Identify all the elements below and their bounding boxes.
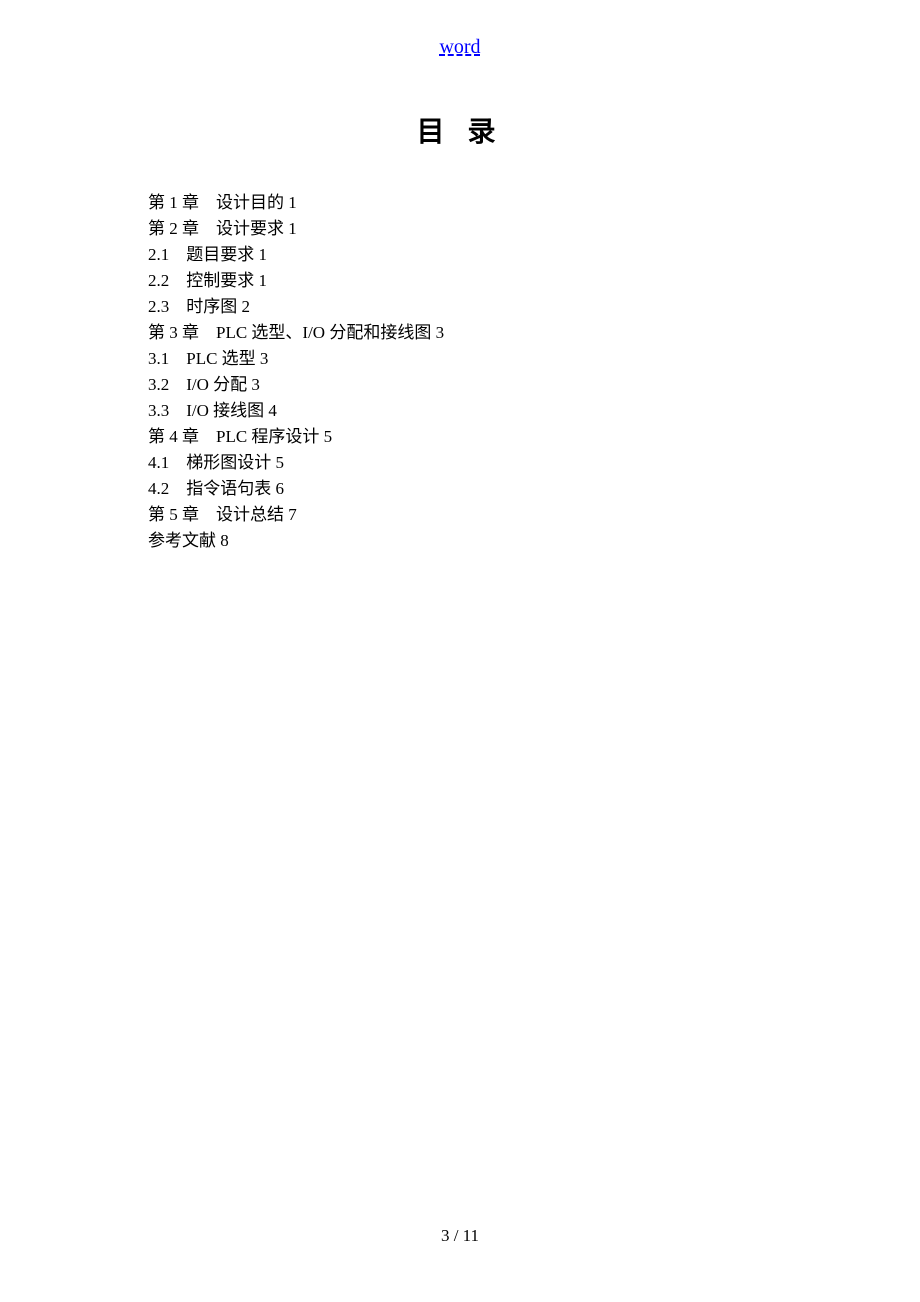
toc-entry: 3.3 I/O 接线图 4 [148, 398, 768, 424]
page-number: 3 / 11 [0, 1226, 920, 1246]
toc-entry: 第 2 章 设计要求 1 [148, 216, 768, 242]
page-title: 目 录 [0, 110, 920, 150]
toc-entry: 第 3 章 PLC 选型、I/O 分配和接线图 3 [148, 320, 768, 346]
toc-entry: 第 5 章 设计总结 7 [148, 502, 768, 528]
toc-entry: 第 1 章 设计目的 1 [148, 190, 768, 216]
word-link[interactable]: word [439, 36, 480, 58]
toc-entry: 2.3 时序图 2 [148, 294, 768, 320]
toc-entry: 4.1 梯形图设计 5 [148, 450, 768, 476]
toc-entry: 2.1 题目要求 1 [148, 242, 768, 268]
toc-entry: 3.2 I/O 分配 3 [148, 372, 768, 398]
header-link-container: word [0, 36, 920, 59]
toc-entry: 3.1 PLC 选型 3 [148, 346, 768, 372]
toc-entry: 2.2 控制要求 1 [148, 268, 768, 294]
toc-container: 第 1 章 设计目的 1 第 2 章 设计要求 1 2.1 题目要求 1 2.2… [148, 190, 768, 554]
toc-entry: 第 4 章 PLC 程序设计 5 [148, 424, 768, 450]
toc-entry: 参考文献 8 [148, 528, 768, 554]
toc-entry: 4.2 指令语句表 6 [148, 476, 768, 502]
